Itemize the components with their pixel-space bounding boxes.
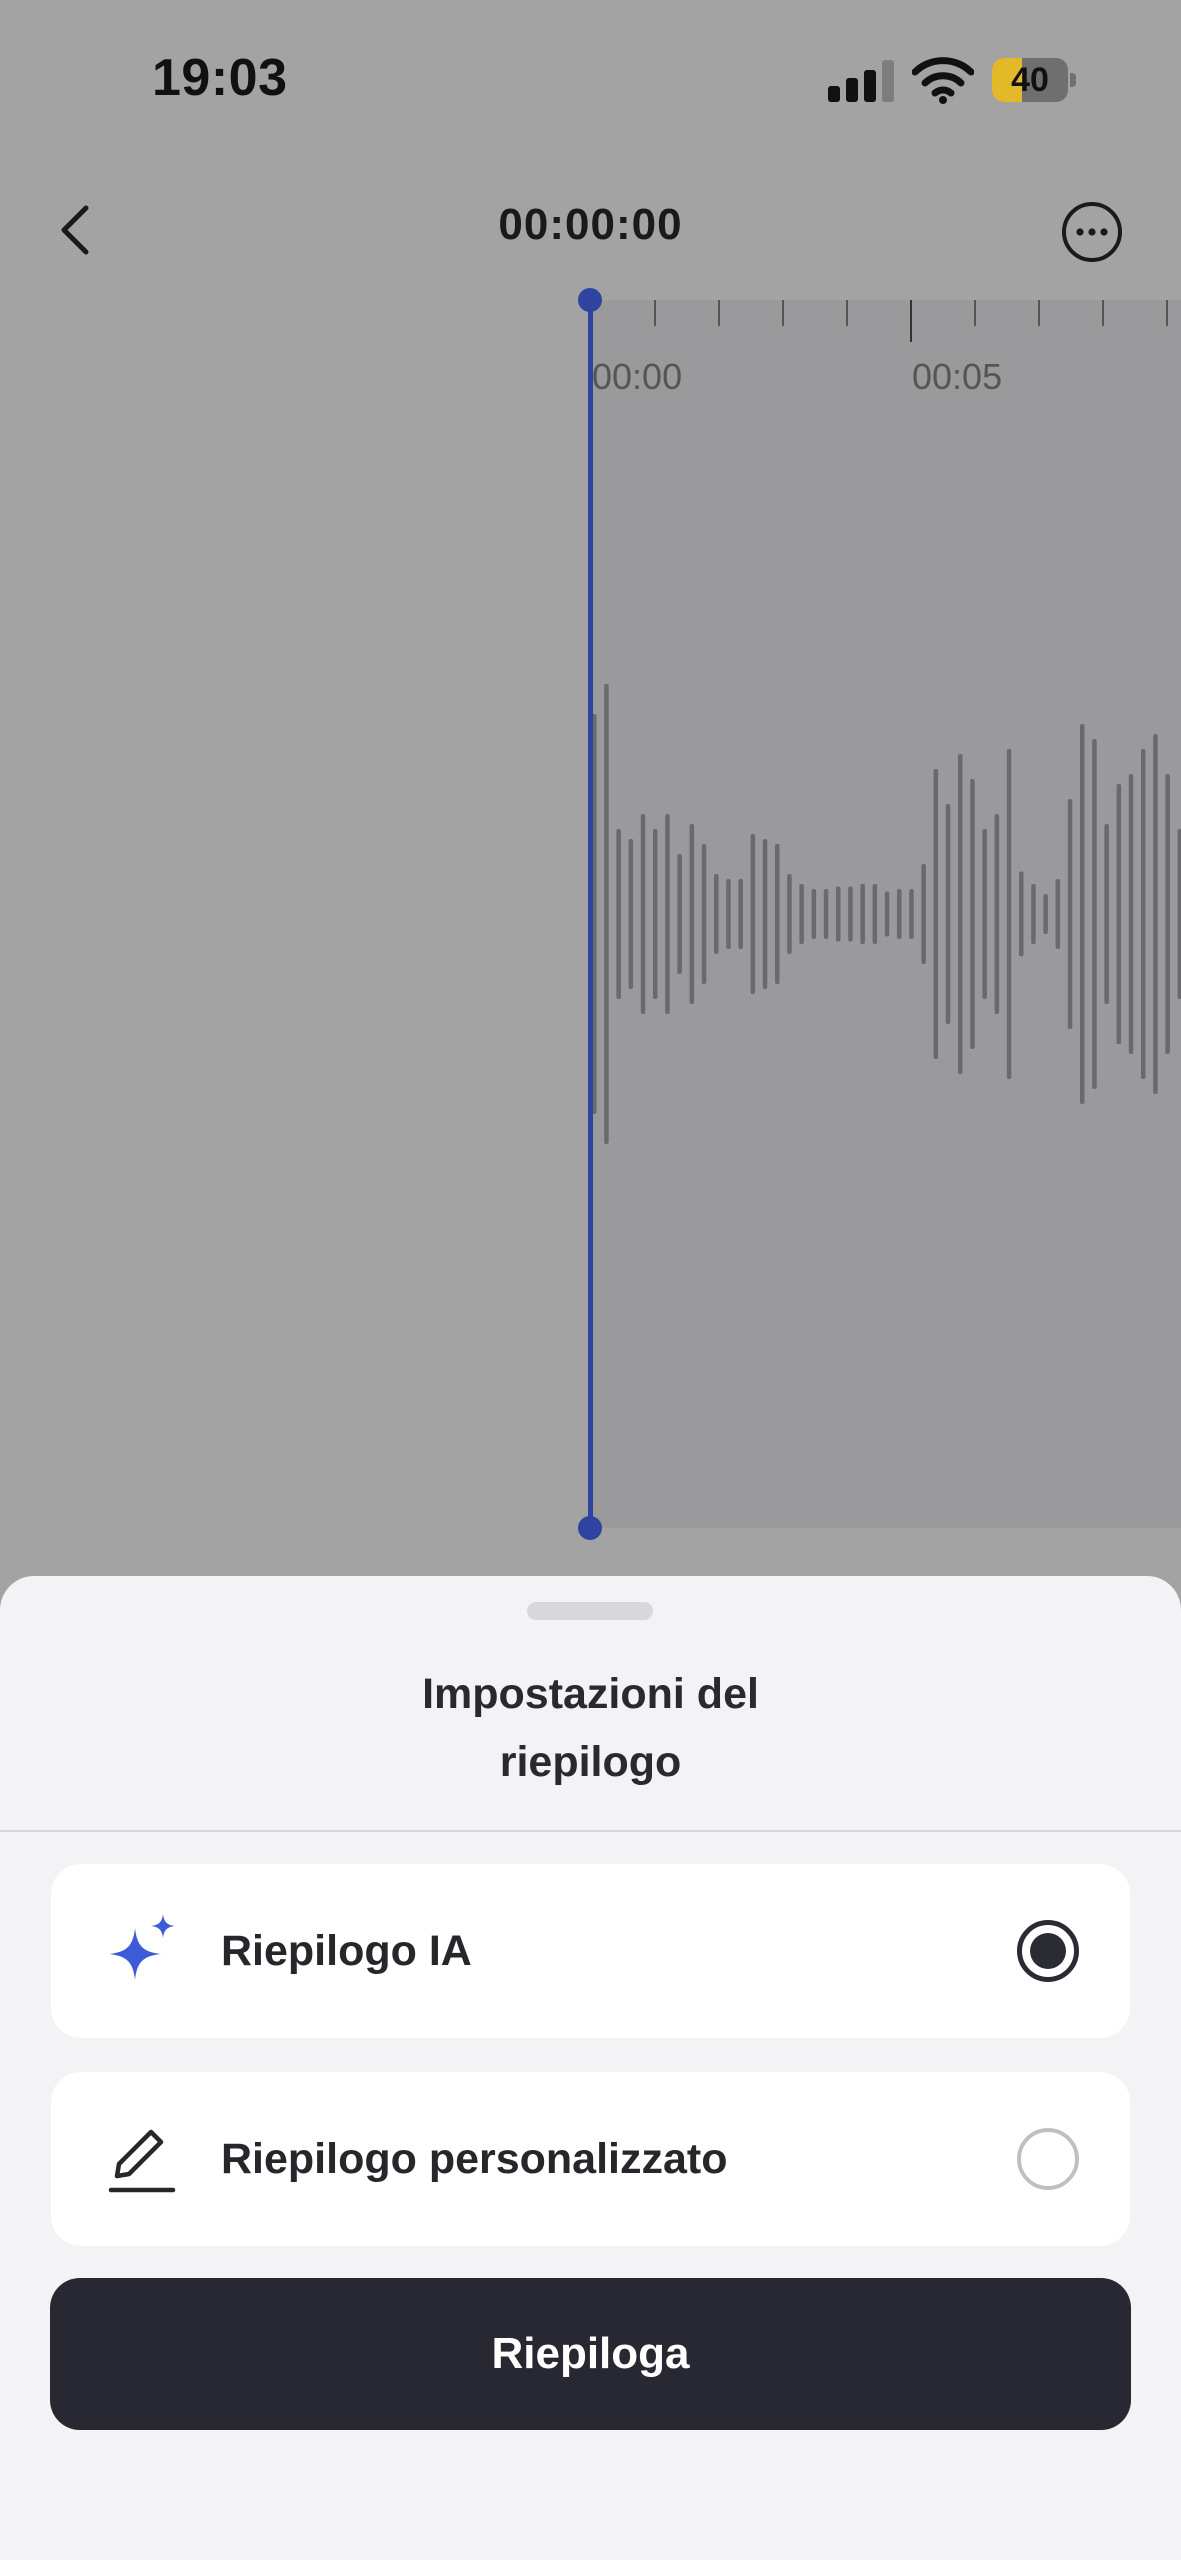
- waveform-bar: [982, 829, 987, 999]
- waveform-bar: [811, 889, 817, 939]
- waveform-bar: [994, 814, 1000, 1014]
- waveform-bar: [1165, 774, 1170, 1054]
- playhead[interactable]: [588, 300, 593, 1530]
- waveform-bar: [653, 829, 658, 999]
- status-time: 19:03: [152, 49, 288, 107]
- waveform-bar: [1092, 739, 1097, 1089]
- waveform-bar: [921, 864, 926, 964]
- waveform-bar: [640, 814, 646, 1014]
- more-options-icon[interactable]: [1060, 200, 1124, 264]
- waveform-bar: [714, 874, 719, 954]
- waveform-bar: [1080, 724, 1085, 1104]
- waveform-bar: [909, 889, 914, 939]
- waveform-bar: [1031, 884, 1036, 944]
- waveform-bar: [1019, 871, 1024, 957]
- waveform-bar: [726, 879, 731, 949]
- waveform-bar: [848, 886, 853, 942]
- waveform-bar: [860, 884, 865, 944]
- waveform-bar: [958, 754, 963, 1074]
- audio-waveform: [592, 684, 1181, 1144]
- waveform-bar: [836, 886, 841, 942]
- playhead-bottom-handle[interactable]: [578, 1516, 602, 1540]
- summary-settings-sheet: Impostazioni del riepilogo Riepilogo IA …: [0, 1576, 1181, 2560]
- waveform-timeline[interactable]: 00:00 00:05: [590, 300, 1181, 1528]
- sheet-grabber[interactable]: [527, 1602, 653, 1620]
- waveform-bar: [945, 804, 951, 1024]
- waveform-bar: [762, 839, 768, 989]
- cellular-signal-icon: [828, 58, 894, 102]
- waveform-bar: [884, 891, 890, 937]
- radio-custom-summary[interactable]: [1017, 2128, 1079, 2190]
- waveform-bar: [1116, 784, 1122, 1044]
- sheet-divider: [0, 1830, 1181, 1832]
- waveform-bar: [872, 884, 878, 944]
- playhead-top-handle[interactable]: [578, 288, 602, 312]
- waveform-bar: [677, 854, 682, 974]
- waveform-bar: [1055, 879, 1061, 949]
- waveform-bar: [933, 769, 939, 1059]
- waveform-bar: [1141, 749, 1146, 1079]
- waveform-bar: [604, 684, 609, 1144]
- elapsed-time: 00:00:00: [498, 200, 683, 249]
- waveform-bar: [970, 779, 975, 1049]
- waveform-bar: [787, 874, 792, 954]
- option-custom-summary[interactable]: Riepilogo personalizzato: [51, 2072, 1130, 2246]
- battery-icon: 40: [992, 58, 1076, 102]
- waveform-bar: [1067, 799, 1073, 1029]
- radio-ai-summary[interactable]: [1017, 1920, 1079, 1982]
- waveform-bar: [665, 814, 670, 1014]
- waveform-bar: [1177, 829, 1181, 999]
- waveform-bar: [689, 824, 695, 1004]
- waveform-bar: [750, 834, 756, 994]
- waveform-bar: [738, 879, 743, 949]
- summarize-button[interactable]: Riepiloga: [50, 2278, 1131, 2430]
- waveform-bar: [616, 829, 621, 999]
- sheet-title-line-2: riepilogo: [499, 1738, 682, 1786]
- pencil-icon: [108, 2129, 176, 2193]
- sheet-title-line-1: Impostazioni del: [422, 1670, 759, 1718]
- waveform-bar: [1006, 749, 1012, 1079]
- wifi-icon: [912, 57, 974, 104]
- sheet-title: Impostazioni del riepilogo: [0, 1660, 1181, 1796]
- option-custom-summary-label: Riepilogo personalizzato: [221, 2135, 728, 2183]
- waveform-bar: [775, 844, 780, 984]
- waveform-bar: [799, 884, 804, 944]
- waveform-bar: [1153, 734, 1158, 1094]
- waveform-bar: [1104, 824, 1109, 1004]
- waveform-bar: [628, 839, 634, 989]
- waveform-bar: [823, 889, 829, 939]
- sparkle-icon: [109, 1914, 175, 1980]
- status-bar: 19:03 40: [0, 0, 1181, 160]
- waveform-bar: [701, 844, 707, 984]
- option-ai-summary[interactable]: Riepilogo IA: [51, 1864, 1130, 2038]
- waveform-bar: [1128, 774, 1134, 1054]
- option-ai-summary-label: Riepilogo IA: [221, 1927, 472, 1975]
- battery-percent: 40: [1011, 61, 1049, 99]
- waveform-bar: [1043, 894, 1048, 934]
- waveform-bar: [897, 889, 902, 939]
